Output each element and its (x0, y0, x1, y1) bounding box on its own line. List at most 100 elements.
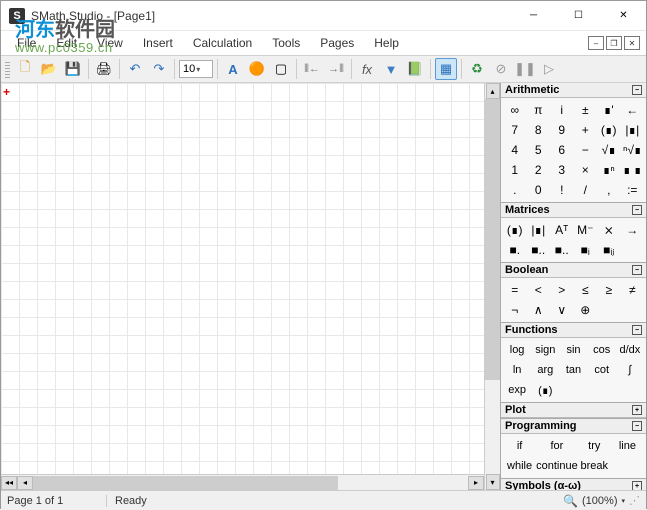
collapse-icon[interactable]: − (632, 205, 642, 215)
menu-calculation[interactable]: Calculation (183, 33, 262, 53)
palette-cell[interactable]: ≠ (621, 280, 645, 300)
palette-cell[interactable]: ■.. (527, 240, 551, 260)
mdi-restore[interactable]: ❐ (606, 36, 622, 50)
panel-header-plot[interactable]: Plot+ (501, 403, 646, 418)
close-button[interactable]: ✕ (601, 1, 646, 31)
palette-cell[interactable]: ∨ (550, 300, 574, 320)
palette-cell[interactable]: cot (588, 360, 616, 380)
menu-view[interactable]: View (87, 33, 133, 53)
new-button[interactable]: 🗋 (14, 58, 36, 80)
align-right-icon[interactable]: →⦀ (325, 58, 347, 80)
undo-button[interactable]: ↶ (124, 58, 146, 80)
toolbar-grip[interactable] (5, 60, 10, 78)
palette-cell[interactable]: if (503, 436, 536, 456)
palette-cell[interactable]: < (527, 280, 551, 300)
expand-icon[interactable]: + (632, 481, 642, 490)
minimize-button[interactable]: ─ (511, 1, 556, 31)
menu-tools[interactable]: Tools (262, 33, 310, 53)
palette-cell[interactable]: M⁻ (574, 220, 598, 240)
expand-icon[interactable]: + (632, 405, 642, 415)
palette-cell[interactable]: |∎| (621, 120, 645, 140)
palette-cell[interactable]: 5 (527, 140, 551, 160)
stop-button[interactable]: ⊘ (490, 58, 512, 80)
palette-cell[interactable]: ∎ⁿ (597, 160, 621, 180)
palette-cell[interactable]: while (503, 456, 536, 476)
menu-insert[interactable]: Insert (133, 33, 183, 53)
palette-cell[interactable]: for (536, 436, 578, 456)
palette-cell[interactable]: ■ᵢ (574, 240, 598, 260)
palette-cell[interactable]: ■.. (550, 240, 574, 260)
palette-cell[interactable]: d/dx (616, 340, 644, 360)
tab-prev-icon[interactable]: ◂◂ (1, 476, 17, 490)
background-color-button[interactable]: 🟠 (246, 58, 268, 80)
resize-grip-icon[interactable]: ⋰ (629, 494, 640, 507)
menu-file[interactable]: File (7, 33, 46, 53)
palette-cell[interactable]: ■. (503, 240, 527, 260)
palette-cell[interactable]: ∎ ∎ (621, 160, 645, 180)
text-color-button[interactable]: A (222, 58, 244, 80)
recalc-button[interactable]: ♻ (466, 58, 488, 80)
palette-cell[interactable]: 7 (503, 120, 527, 140)
panel-header-arithmetic[interactable]: Arithmetic− (501, 83, 646, 98)
frame-button[interactable]: ▢ (270, 58, 292, 80)
palette-cell[interactable]: . (503, 180, 527, 200)
scroll-left-icon[interactable]: ◂ (17, 476, 33, 490)
palette-cell[interactable]: break (578, 456, 611, 476)
palette-cell[interactable]: 3 (550, 160, 574, 180)
hscroll-thumb[interactable] (33, 476, 338, 490)
palette-cell[interactable]: ln (503, 360, 531, 380)
palette-cell[interactable]: 2 (527, 160, 551, 180)
palette-cell[interactable]: ∧ (527, 300, 551, 320)
maximize-button[interactable]: ☐ (556, 1, 601, 31)
zoom-control[interactable]: 🔍 (100%) ▾ ⋰ (563, 494, 640, 508)
palette-cell[interactable]: try (578, 436, 611, 456)
collapse-icon[interactable]: − (632, 85, 642, 95)
print-button[interactable]: 🖨 (93, 58, 115, 80)
palette-cell[interactable]: ¬ (503, 300, 527, 320)
palette-cell[interactable]: (∎) (531, 380, 559, 400)
palette-cell[interactable]: arg (531, 360, 559, 380)
palette-cell[interactable]: i (550, 100, 574, 120)
align-left-icon[interactable]: ⦀← (301, 58, 323, 80)
palette-cell[interactable]: 9 (550, 120, 574, 140)
palette-cell[interactable]: ← (621, 100, 645, 120)
menu-pages[interactable]: Pages (310, 33, 364, 53)
palette-cell[interactable]: line (611, 436, 644, 456)
font-size-select[interactable]: 10▾ (179, 60, 213, 78)
palette-cell[interactable]: sign (531, 340, 559, 360)
collapse-icon[interactable]: − (632, 421, 642, 431)
palette-cell[interactable]: → (621, 220, 645, 240)
palette-cell[interactable]: 1 (503, 160, 527, 180)
filter-icon[interactable]: ▼ (380, 58, 402, 80)
palette-cell[interactable]: ± (574, 100, 598, 120)
palette-cell[interactable]: exp (503, 380, 531, 400)
palette-cell[interactable]: tan (559, 360, 587, 380)
palette-cell[interactable]: + (574, 120, 598, 140)
palette-cell[interactable]: := (621, 180, 645, 200)
hscroll-track[interactable] (33, 476, 468, 490)
menu-edit[interactable]: Edit (46, 33, 87, 53)
palette-cell[interactable]: √∎ (597, 140, 621, 160)
palette-cell[interactable]: > (550, 280, 574, 300)
panel-header-boolean[interactable]: Boolean− (501, 263, 646, 278)
palette-cell[interactable]: ⨯ (597, 220, 621, 240)
open-button[interactable]: 📂 (38, 58, 60, 80)
palette-cell[interactable]: ∫ (616, 360, 644, 380)
scroll-down-icon[interactable]: ▾ (486, 474, 500, 490)
canvas[interactable]: + (1, 83, 484, 474)
palette-cell[interactable]: ∎' (597, 100, 621, 120)
panel-header-symbols-lower[interactable]: Symbols (α-ω)+ (501, 479, 646, 490)
palette-cell[interactable]: ≤ (574, 280, 598, 300)
function-button[interactable]: fx (356, 58, 378, 80)
palette-cell[interactable]: ⁿ√∎ (621, 140, 645, 160)
vscroll-track[interactable] (485, 99, 500, 474)
palette-cell[interactable]: 0 (527, 180, 551, 200)
book-icon[interactable]: 📗 (404, 58, 426, 80)
palette-cell[interactable]: Aᵀ (550, 220, 574, 240)
palette-cell[interactable]: (∎) (597, 120, 621, 140)
save-button[interactable]: 💾 (62, 58, 84, 80)
redo-button[interactable]: ↷ (148, 58, 170, 80)
palette-cell[interactable]: ≥ (597, 280, 621, 300)
palette-cell[interactable]: |∎| (527, 220, 551, 240)
panel-header-matrices[interactable]: Matrices− (501, 203, 646, 218)
